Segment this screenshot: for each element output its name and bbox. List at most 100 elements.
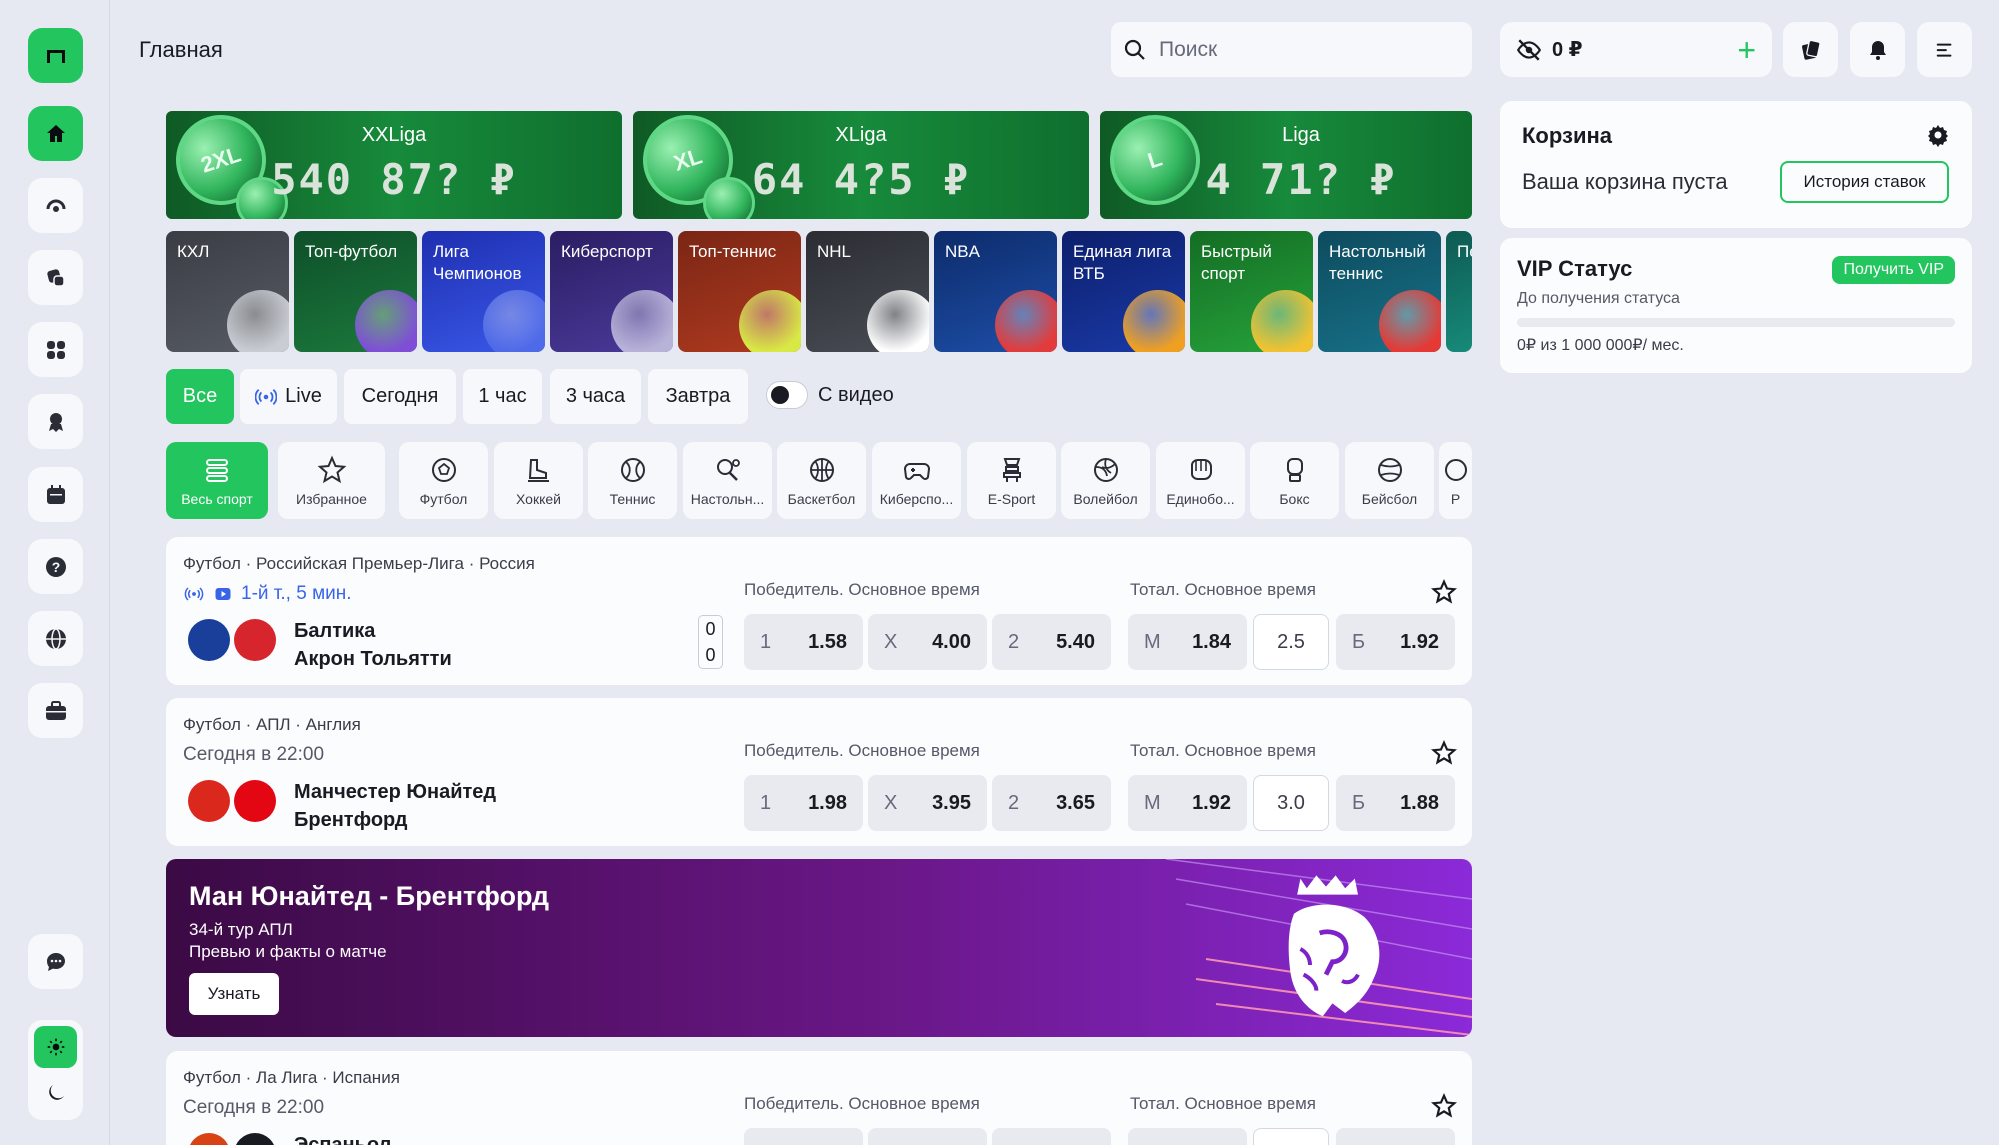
- sport-label: E-Sport: [987, 490, 1036, 507]
- epl-promo-banner[interactable]: Ман Юнайтед - Брентфорд 34-й тур АПЛ Пре…: [166, 859, 1472, 1037]
- odds-button-over[interactable]: Б 1.88: [1336, 775, 1455, 831]
- sidebar-item-casino[interactable]: [28, 250, 83, 305]
- odds-button-x[interactable]: X 4.00: [868, 614, 987, 670]
- sidebar-item-games[interactable]: [28, 322, 83, 377]
- total-market-label: Тотал. Основное время: [1130, 741, 1317, 760]
- sport-chip[interactable]: Волейбол: [1061, 442, 1150, 519]
- sport-chip[interactable]: Настольн...: [683, 442, 772, 519]
- get-vip-button[interactable]: Получить VIP: [1832, 256, 1955, 284]
- sport-chip[interactable]: Теннис: [588, 442, 677, 519]
- sport-chip[interactable]: Футбол: [399, 442, 488, 519]
- sport-chip[interactable]: Киберспо...: [872, 442, 961, 519]
- odds-button-over[interactable]: Б: [1336, 1128, 1455, 1145]
- total-line: 2.5: [1253, 614, 1329, 670]
- more-sport-icon: [1444, 458, 1467, 481]
- sidebar-item-awards[interactable]: [28, 394, 83, 449]
- promo-banner-liga[interactable]: L Liga 4 71? ₽: [1100, 111, 1472, 219]
- category-tile[interactable]: Лига Чемпионов: [422, 231, 545, 352]
- sport-chip[interactable]: Единобо...: [1156, 442, 1245, 519]
- team-logos: [188, 780, 276, 822]
- category-tile[interactable]: КХЛ: [166, 231, 289, 352]
- deposit-plus-icon[interactable]: +: [1737, 34, 1756, 66]
- category-tile[interactable]: NHL: [806, 231, 929, 352]
- match-time: Сегодня в 22:00: [183, 744, 325, 765]
- sidebar-item-chat[interactable]: [28, 934, 83, 989]
- sport-chip[interactable]: E-Sport: [967, 442, 1056, 519]
- filter-all[interactable]: Все: [166, 369, 234, 424]
- coupon-button[interactable]: [1783, 22, 1838, 77]
- odds-button-w2[interactable]: 2: [992, 1128, 1111, 1145]
- filter-1-hour[interactable]: 1 час: [463, 369, 542, 424]
- odds-button-x[interactable]: X 3.95: [868, 775, 987, 831]
- match-card[interactable]: Футбол · Ла Лига · Испания Сегодня в 22:0…: [166, 1051, 1472, 1145]
- odds-button-w1[interactable]: 1 1.58: [744, 614, 863, 670]
- odds-button-w1[interactable]: 1: [744, 1128, 863, 1145]
- notifications-button[interactable]: [1850, 22, 1905, 77]
- filter-live[interactable]: Live: [240, 369, 337, 424]
- odds-button-under[interactable]: М: [1128, 1128, 1247, 1145]
- tickets-icon: [1801, 39, 1821, 60]
- sidebar-item-live[interactable]: [28, 178, 83, 233]
- odds-button-w1[interactable]: 1 1.98: [744, 775, 863, 831]
- sidebar-item-calendar[interactable]: [28, 467, 83, 522]
- odds-value: 1.92: [1192, 791, 1231, 814]
- sidebar-item-business[interactable]: [28, 683, 83, 738]
- odds-value: 1.84: [1192, 630, 1231, 653]
- search-input[interactable]: [1159, 37, 1439, 62]
- filter-3-hours[interactable]: 3 часа: [550, 369, 641, 424]
- match-score: 00: [698, 615, 723, 669]
- category-tile[interactable]: Единая лига ВТБ: [1062, 231, 1185, 352]
- sidebar-item-help[interactable]: ?: [28, 539, 83, 594]
- category-tile[interactable]: Пе ли: [1446, 231, 1472, 352]
- eye-off-icon[interactable]: [1516, 37, 1542, 63]
- sport-chip[interactable]: Бокс: [1250, 442, 1339, 519]
- match-card[interactable]: Футбол · Российская Премьер-Лига · Росси…: [166, 537, 1472, 685]
- match-card[interactable]: Футбол · АПЛ · Англия Сегодня в 22:00 Манч…: [166, 698, 1472, 846]
- bet-history-button[interactable]: История ставок: [1780, 161, 1949, 203]
- sport-chip[interactable]: Бейсбол: [1345, 442, 1434, 519]
- logo-button[interactable]: [28, 28, 83, 83]
- odds-button-w2[interactable]: 2 5.40: [992, 614, 1111, 670]
- filter-tomorrow[interactable]: Завтра: [648, 369, 748, 424]
- odds-button-over[interactable]: Б 1.92: [1336, 614, 1455, 670]
- sport-label: Волейбол: [1073, 490, 1138, 507]
- category-tile[interactable]: Киберспорт: [550, 231, 673, 352]
- category-tile[interactable]: Настольный теннис: [1318, 231, 1441, 352]
- promo-banner-xxliga[interactable]: 2XL XXLiga 540 87? ₽: [166, 111, 622, 219]
- odds-button-under[interactable]: М 1.84: [1128, 614, 1247, 670]
- learn-more-button[interactable]: Узнать: [189, 973, 279, 1015]
- category-tile[interactable]: Быстрый спорт: [1190, 231, 1313, 352]
- odds-button-w2[interactable]: 2 3.65: [992, 775, 1111, 831]
- menu-button[interactable]: [1917, 22, 1972, 77]
- favorite-star-icon[interactable]: [1431, 579, 1457, 605]
- category-art: [739, 290, 801, 352]
- sport-label: Футбол: [419, 490, 468, 507]
- sport-chip[interactable]: Избранное: [278, 442, 385, 519]
- video-play-icon[interactable]: [213, 585, 233, 603]
- video-filter[interactable]: С видео: [766, 381, 894, 409]
- promo-banner-xliga[interactable]: XL XLiga 64 4?5 ₽: [633, 111, 1089, 219]
- balance-widget[interactable]: 0 ₽ +: [1500, 22, 1772, 77]
- team-names: Эспаньол: [294, 1131, 391, 1145]
- sidebar-item-home[interactable]: [28, 106, 83, 161]
- sport-chip[interactable]: Весь спорт: [166, 442, 268, 519]
- odds-button-under[interactable]: М 1.92: [1128, 775, 1247, 831]
- category-tile[interactable]: Топ-футбол: [294, 231, 417, 352]
- promo-jackpot: 4 71? ₽: [1205, 155, 1397, 204]
- filter-today[interactable]: Сегодня: [344, 369, 456, 424]
- dark-theme-button[interactable]: [34, 1072, 77, 1114]
- odds-button-x[interactable]: X: [868, 1128, 987, 1145]
- search-bar[interactable]: [1111, 22, 1472, 77]
- light-theme-button[interactable]: [34, 1026, 77, 1068]
- gear-icon[interactable]: [1926, 123, 1950, 147]
- favorite-star-icon[interactable]: [1431, 1093, 1457, 1119]
- sport-label: Теннис: [609, 490, 656, 507]
- video-toggle[interactable]: [766, 381, 808, 409]
- favorite-star-icon[interactable]: [1431, 740, 1457, 766]
- sport-chip[interactable]: Хоккей: [494, 442, 583, 519]
- category-tile[interactable]: NBA: [934, 231, 1057, 352]
- sport-chip[interactable]: Баскетбол: [777, 442, 866, 519]
- sidebar-item-language[interactable]: [28, 611, 83, 666]
- category-tile[interactable]: Топ-теннис: [678, 231, 801, 352]
- sport-chip[interactable]: Р: [1439, 442, 1472, 519]
